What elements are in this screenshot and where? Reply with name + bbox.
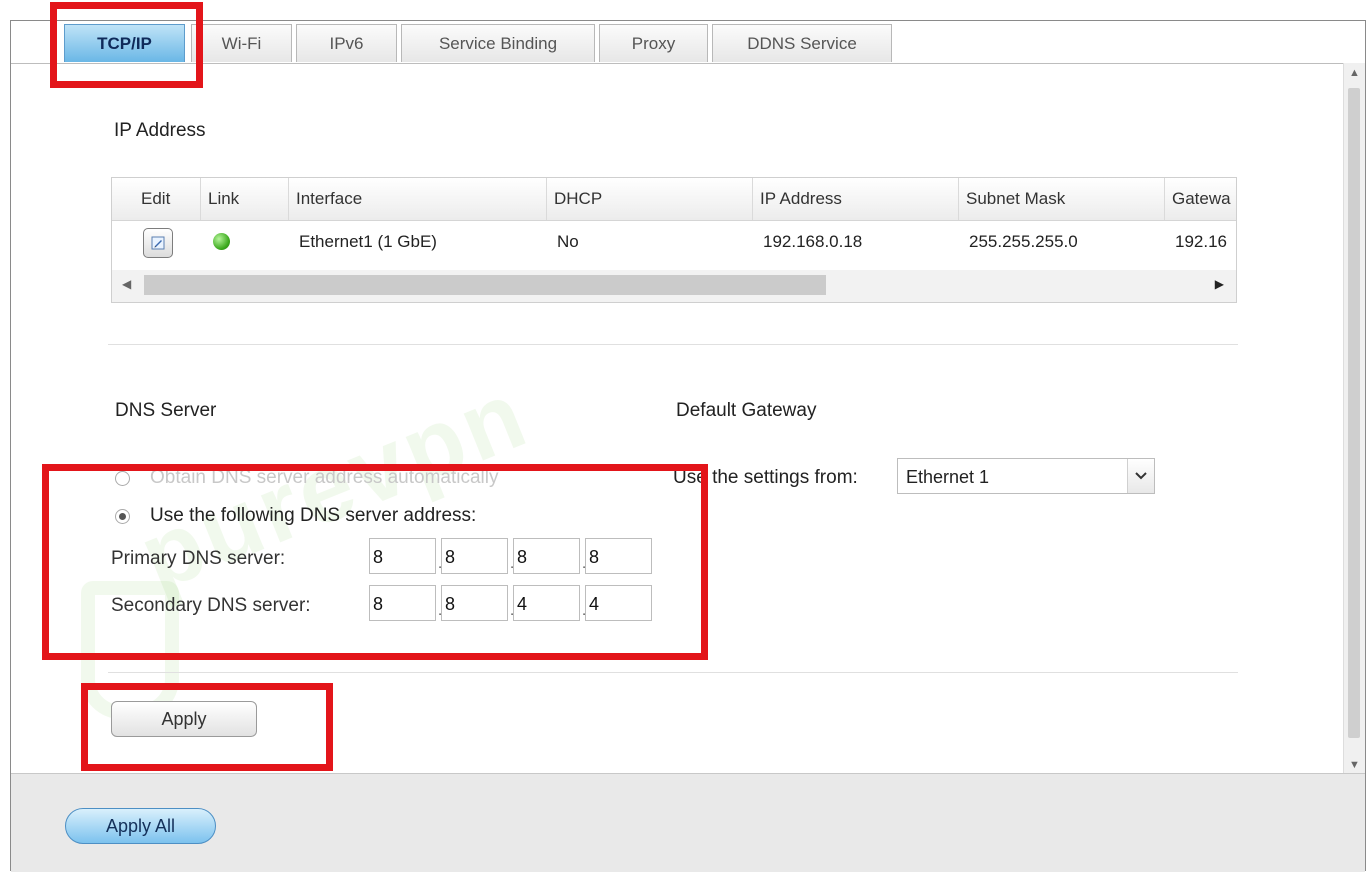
apply-button[interactable]: Apply <box>111 701 257 737</box>
scroll-right-icon[interactable]: ▶ <box>1215 277 1224 291</box>
tab-service-binding[interactable]: Service Binding <box>401 24 595 62</box>
radio-button[interactable] <box>115 470 130 486</box>
primary-dns-octet-2[interactable]: 8 <box>441 538 508 574</box>
network-settings-window: TCP/IP Wi-Fi IPv6 Service Binding Proxy … <box>10 20 1366 872</box>
link-status-icon <box>213 233 230 250</box>
cell-subnet-mask: 255.255.255.0 <box>969 232 1078 251</box>
column-edit: Edit <box>141 189 171 208</box>
radio-label-auto: Obtain DNS server address automatically <box>150 467 499 488</box>
chevron-down-icon[interactable] <box>1127 459 1154 493</box>
column-ip-address: IP Address <box>752 178 958 220</box>
tab-wi-fi[interactable]: Wi-Fi <box>191 24 292 62</box>
section-divider <box>108 344 1238 345</box>
scroll-up-icon[interactable]: ▲ <box>1344 67 1365 79</box>
column-link: Link <box>200 178 288 220</box>
primary-dns-octet-3[interactable]: 8 <box>513 538 580 574</box>
vertical-scrollbar[interactable]: ▲ ▼ <box>1343 63 1365 773</box>
primary-dns-octet-1[interactable]: 8 <box>369 538 436 574</box>
secondary-dns-octet-4[interactable]: 4 <box>585 585 652 621</box>
column-interface: Interface <box>288 178 546 220</box>
cell-gateway: 192.16 <box>1175 232 1227 251</box>
secondary-dns-label: Secondary DNS server: <box>111 595 311 616</box>
horizontal-scroll-thumb[interactable] <box>144 275 826 295</box>
tab-bar: TCP/IP Wi-Fi IPv6 Service Binding Proxy … <box>11 21 1365 64</box>
vertical-scroll-thumb[interactable] <box>1348 88 1360 738</box>
secondary-dns-octet-2[interactable]: 8 <box>441 585 508 621</box>
scroll-down-icon[interactable]: ▼ <box>1344 759 1365 771</box>
cell-ip-address: 192.168.0.18 <box>763 232 863 251</box>
scroll-left-icon[interactable]: ◀ <box>122 277 131 291</box>
apply-all-button[interactable]: Apply All <box>65 808 216 844</box>
ip-address-table: Edit Link Interface DHCP IP Address Subn… <box>111 177 1237 303</box>
footer-bar: Apply All <box>11 773 1365 872</box>
tab-ddns-service[interactable]: DDNS Service <box>712 24 892 62</box>
secondary-dns-octet-3[interactable]: 4 <box>513 585 580 621</box>
cell-interface: Ethernet1 (1 GbE) <box>299 232 437 251</box>
column-subnet-mask: Subnet Mask <box>958 178 1164 220</box>
section-divider <box>108 672 1238 673</box>
cell-dhcp: No <box>557 232 579 251</box>
primary-dns-octet-4[interactable]: 8 <box>585 538 652 574</box>
radio-label-manual: Use the following DNS server address: <box>150 505 477 526</box>
gateway-selected-value: Ethernet 1 <box>906 467 990 487</box>
radio-obtain-dns-auto[interactable]: Obtain DNS server address automatically <box>115 467 498 489</box>
table-header: Edit Link Interface DHCP IP Address Subn… <box>112 178 1236 221</box>
edit-button[interactable] <box>143 228 173 258</box>
gateway-settings-label: Use the settings from: <box>673 467 858 488</box>
dns-server-title: DNS Server <box>115 400 217 421</box>
radio-use-following-dns[interactable]: Use the following DNS server address: <box>115 505 476 527</box>
tab-tcp-ip[interactable]: TCP/IP <box>64 24 185 62</box>
pencil-edit-icon <box>151 236 165 250</box>
column-dhcp: DHCP <box>546 178 752 220</box>
radio-button-selected[interactable] <box>115 508 130 524</box>
tab-proxy[interactable]: Proxy <box>599 24 708 62</box>
tab-ipv6[interactable]: IPv6 <box>296 24 397 62</box>
column-gateway: Gatewa <box>1164 178 1236 220</box>
gateway-interface-select[interactable]: Ethernet 1 <box>897 458 1155 494</box>
primary-dns-label: Primary DNS server: <box>111 548 286 569</box>
default-gateway-title: Default Gateway <box>676 400 817 421</box>
horizontal-scrollbar[interactable]: ◀ ▶ <box>112 270 1236 302</box>
secondary-dns-octet-1[interactable]: 8 <box>369 585 436 621</box>
ip-address-title: IP Address <box>114 120 206 141</box>
